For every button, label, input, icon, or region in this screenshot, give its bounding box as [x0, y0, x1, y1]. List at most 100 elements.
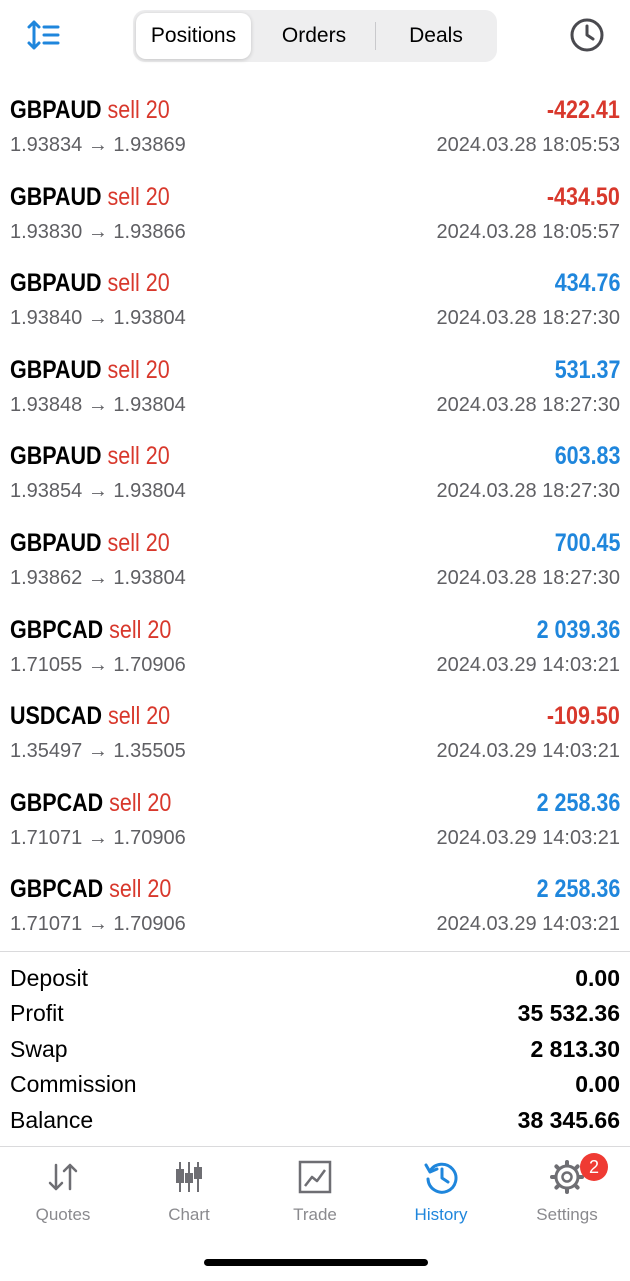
trade-side: sell 20	[107, 442, 170, 471]
tab-label: Settings	[536, 1205, 598, 1224]
deposit-value: 0.00	[575, 965, 620, 991]
profit-value: -109.50	[547, 702, 620, 731]
summary-divider	[0, 951, 630, 952]
trade-side: sell 20	[109, 875, 172, 904]
trade-side: sell 20	[109, 788, 172, 817]
trade-side: sell 20	[107, 528, 170, 557]
price-range: 1.93834 → 1.93869	[10, 134, 186, 156]
symbol: GBPCAD	[10, 875, 104, 904]
list-item[interactable]: GBPAUD sell 20 531.37 1.93848 → 1.93804 …	[0, 346, 630, 433]
summary-swap: Swap 2 813.30	[0, 1032, 630, 1067]
close-time: 2024.03.28 18:05:53	[436, 134, 620, 156]
swap-label: Swap	[10, 1035, 68, 1062]
tab-quotes[interactable]: Quotes	[0, 1147, 126, 1237]
symbol: GBPAUD	[10, 442, 102, 471]
summary-deposit: Deposit 0.00	[0, 961, 630, 996]
history-period-button[interactable]	[568, 16, 606, 54]
price-range: 1.71071 → 1.70906	[10, 826, 186, 849]
tab-deals[interactable]: Deals	[377, 13, 495, 59]
list-item[interactable]: GBPAUD sell 20 700.45 1.93862 → 1.93804 …	[0, 519, 630, 606]
price-range: 1.93830 → 1.93866	[10, 220, 186, 243]
tab-orders[interactable]: Orders	[255, 13, 373, 59]
summary-balance: Balance 38 345.66	[0, 1103, 630, 1138]
trade-side: sell 20	[107, 355, 170, 384]
list-item[interactable]: GBPAUD sell 20 -434.50 1.93830 → 1.93866…	[0, 173, 630, 260]
symbol: GBPAUD	[10, 355, 102, 384]
close-time: 2024.03.28 18:05:57	[436, 220, 620, 243]
top-bar: Positions Orders Deals	[0, 0, 630, 72]
price-range: 1.71055 → 1.70906	[10, 653, 186, 676]
price-range: 1.93854 → 1.93804	[10, 480, 186, 503]
profit-value: 2 258.36	[536, 875, 620, 904]
segment-divider	[375, 22, 376, 50]
home-indicator[interactable]	[204, 1259, 428, 1266]
price-range: 1.93840 → 1.93804	[10, 307, 186, 330]
list-item[interactable]: GBPCAD sell 20 2 258.36 1.71071 → 1.7090…	[0, 779, 630, 866]
symbol: GBPAUD	[10, 96, 102, 124]
price-range: 1.93862 → 1.93804	[10, 566, 186, 589]
tab-label: Trade	[293, 1205, 337, 1224]
balance-label: Balance	[10, 1106, 94, 1133]
symbol: GBPAUD	[10, 528, 102, 557]
tab-label: Chart	[168, 1205, 210, 1224]
symbol: GBPAUD	[10, 182, 102, 211]
trade-chart-icon	[298, 1160, 332, 1194]
list-item[interactable]: GBPCAD sell 20 2 039.36 1.71055 → 1.7090…	[0, 606, 630, 693]
swap-value: 2 813.30	[530, 1035, 620, 1062]
candlestick-icon	[176, 1162, 202, 1192]
quotes-arrows-icon	[48, 1163, 78, 1191]
history-clock-icon	[424, 1162, 458, 1194]
close-time: 2024.03.29 14:03:21	[436, 826, 620, 849]
close-time: 2024.03.29 14:03:21	[436, 740, 620, 763]
profit-value: -422.41	[547, 96, 620, 124]
profit-value: 2 039.36	[536, 615, 620, 644]
sort-button[interactable]	[26, 18, 62, 52]
list-item[interactable]: GBPAUD sell 20 -422.41 1.93834 → 1.93869…	[0, 86, 630, 173]
profit-value: 700.45	[554, 528, 620, 557]
close-time: 2024.03.28 18:27:30	[436, 393, 620, 416]
profit-value: -434.50	[547, 182, 620, 211]
symbol: GBPCAD	[10, 788, 104, 817]
account-summary: Deposit 0.00 Profit 35 532.36 Swap 2 813…	[0, 961, 630, 1138]
commission-value: 0.00	[575, 1071, 620, 1098]
deals-list: GBPAUD sell 20 -422.41 1.93834 → 1.93869…	[0, 86, 630, 952]
profit-value: 603.83	[554, 442, 620, 471]
summary-profit: Profit 35 532.36	[0, 996, 630, 1031]
profit-label: Profit	[10, 1000, 64, 1027]
symbol: GBPCAD	[10, 615, 104, 644]
tab-chart[interactable]: Chart	[126, 1147, 252, 1237]
price-range: 1.71071 → 1.70906	[10, 913, 186, 936]
list-item[interactable]: GBPCAD sell 20 2 258.36 1.71071 → 1.7090…	[0, 865, 630, 952]
tab-history[interactable]: History	[378, 1147, 504, 1237]
close-time: 2024.03.28 18:27:30	[436, 566, 620, 589]
clock-icon	[570, 18, 604, 52]
commission-label: Commission	[10, 1071, 137, 1098]
trade-side: sell 20	[109, 615, 172, 644]
tab-trade[interactable]: Trade	[252, 1147, 378, 1237]
close-time: 2024.03.28 18:27:30	[436, 307, 620, 330]
price-range: 1.35497 → 1.35505	[10, 740, 186, 763]
trade-side: sell 20	[107, 702, 171, 731]
trade-side: sell 20	[107, 96, 170, 124]
notification-badge: 2	[580, 1153, 608, 1181]
close-time: 2024.03.29 14:03:21	[436, 913, 620, 936]
tab-settings[interactable]: 2 Settings	[504, 1147, 630, 1237]
price-range: 1.93848 → 1.93804	[10, 393, 186, 416]
list-item[interactable]: GBPAUD sell 20 434.76 1.93840 → 1.93804 …	[0, 259, 630, 346]
list-item[interactable]: GBPAUD sell 20 603.83 1.93854 → 1.93804 …	[0, 432, 630, 519]
profit-value: 2 258.36	[536, 788, 620, 817]
symbol: USDCAD	[10, 702, 102, 731]
tab-label: History	[414, 1205, 468, 1224]
profit-total-value: 35 532.36	[517, 1000, 620, 1027]
tab-positions[interactable]: Positions	[136, 13, 251, 59]
trade-side: sell 20	[107, 182, 170, 211]
close-time: 2024.03.28 18:27:30	[436, 480, 620, 503]
profit-value: 434.76	[554, 269, 620, 298]
tab-label: Quotes	[35, 1205, 91, 1224]
close-time: 2024.03.29 14:03:21	[436, 653, 620, 676]
deposit-label: Deposit	[10, 965, 88, 991]
symbol: GBPAUD	[10, 269, 102, 298]
list-item[interactable]: USDCAD sell 20 -109.50 1.35497 → 1.35505…	[0, 692, 630, 779]
balance-value: 38 345.66	[517, 1106, 620, 1133]
summary-commission: Commission 0.00	[0, 1067, 630, 1102]
